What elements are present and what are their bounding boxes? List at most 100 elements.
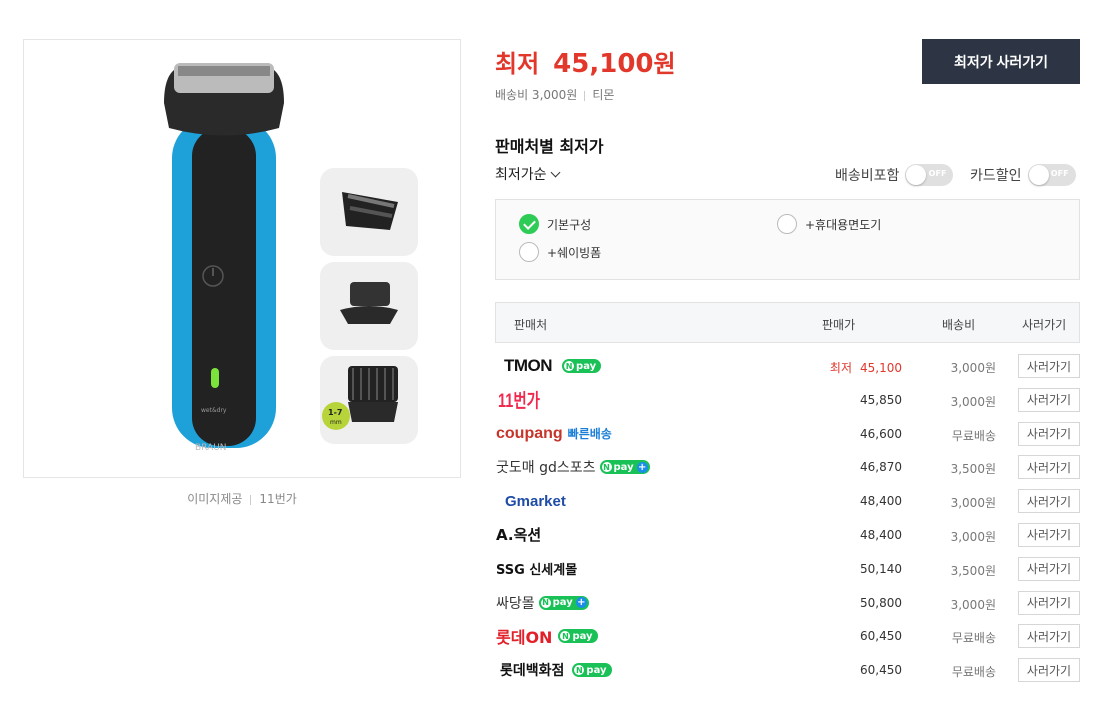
image-provider-label: 이미지제공 xyxy=(187,492,243,506)
lowest-price-seller: 티몬 xyxy=(592,88,615,102)
row-price: 60,450 xyxy=(860,663,902,678)
npay-text: pay xyxy=(552,597,573,609)
seller-logo-auction[interactable]: A.옥션 xyxy=(496,523,541,547)
trimmer-head-thumbnail xyxy=(320,262,418,350)
npay-text: pay xyxy=(613,461,634,473)
seller-name: coupang xyxy=(496,424,563,442)
buy-button[interactable]: 사러가기 xyxy=(1018,624,1080,649)
buy-lowest-button[interactable]: 최저가 사러가기 xyxy=(922,39,1080,84)
row-shipping: 3,000원 xyxy=(950,496,996,511)
n-icon: N xyxy=(560,631,571,642)
buy-button[interactable]: 사러가기 xyxy=(1018,489,1080,514)
seller-table-header: 판매처 판매가 배송비 사러가기 xyxy=(495,302,1080,343)
caption-divider xyxy=(250,494,252,505)
seller-table: TMON Npay 최저 45,100 3,000원 사러가기 11번가 45,8… xyxy=(495,349,1080,687)
seller-ssadang[interactable]: 싸당몰 Npay + xyxy=(496,591,589,615)
table-row: 롯데ON Npay 60,450 무료배송 사러가기 xyxy=(495,619,1080,653)
seller-name: Gmarket xyxy=(505,492,566,510)
row-price: 45,850 xyxy=(860,392,902,407)
row-price: 46,870 xyxy=(860,460,902,475)
header-price: 판매가 xyxy=(822,318,856,332)
lowest-price-shipping: 배송비 3,000원 티몬 xyxy=(495,86,614,103)
row-shipping: 3,500원 xyxy=(950,462,996,477)
header-seller: 판매처 xyxy=(514,318,548,332)
card-discount-toggle-group: 카드할인 OFF xyxy=(970,164,1076,186)
buy-button[interactable]: 사러가기 xyxy=(1018,354,1080,378)
seller-logo-gmarket[interactable]: Gmarket xyxy=(505,489,566,513)
npay-text: pay xyxy=(576,360,597,372)
seller-logo-lotte-dept[interactable]: 롯데백화점 Npay xyxy=(500,658,612,682)
toggle-state: OFF xyxy=(928,169,947,178)
buy-button[interactable]: 사러가기 xyxy=(1018,658,1080,683)
11st-logo-icon: 11번가 xyxy=(498,390,540,411)
npay-badge: Npay xyxy=(562,359,602,373)
buy-button[interactable]: 사러가기 xyxy=(1018,421,1080,446)
seller-name: SSG 신세계몰 xyxy=(496,563,578,579)
toggle-knob xyxy=(1028,165,1049,185)
radio-icon xyxy=(777,214,797,234)
buy-button[interactable]: 사러가기 xyxy=(1018,455,1080,480)
row-shipping: 3,000원 xyxy=(950,361,996,375)
seller-logo-coupang[interactable]: coupang 빠른배송 xyxy=(496,422,612,446)
comb-attachment-thumbnail: 1-7 mm xyxy=(320,356,418,444)
seller-name: 싸당몰 xyxy=(496,595,535,612)
shipping-divider xyxy=(584,90,586,101)
seller-name: 롯데ON xyxy=(496,628,553,648)
n-icon: N xyxy=(540,597,551,608)
image-provider-name: 11번가 xyxy=(259,492,297,506)
table-row: 롯데백화점 Npay 60,450 무료배송 사러가기 xyxy=(495,653,1080,687)
table-row: 11번가 45,850 3,000원 사러가기 xyxy=(495,383,1080,417)
seller-name: 굿도매 gd스포츠 xyxy=(496,460,596,477)
option-portable-shaver[interactable]: +휴대용면도기 xyxy=(777,214,881,234)
row-shipping: 3,500원 xyxy=(950,563,996,578)
row-price: 46,600 xyxy=(860,426,902,441)
buy-button[interactable]: 사러가기 xyxy=(1018,522,1080,547)
shipping-included-toggle[interactable]: OFF xyxy=(905,164,954,186)
buy-button[interactable]: 사러가기 xyxy=(1018,590,1080,615)
radio-icon xyxy=(519,242,539,262)
rocket-delivery-label: 빠른배송 xyxy=(567,427,612,442)
checked-radio-icon xyxy=(519,214,539,234)
row-shipping: 무료배송 xyxy=(951,631,996,646)
table-row: coupang 빠른배송 46,600 무료배송 사러가기 xyxy=(495,417,1080,451)
shipping-included-toggle-group: 배송비포함 OFF xyxy=(835,164,954,186)
option-label: +쉐이빙폼 xyxy=(547,245,602,260)
n-icon: N xyxy=(574,665,585,676)
toggle-state: OFF xyxy=(1050,169,1069,178)
card-discount-toggle[interactable]: OFF xyxy=(1027,164,1076,186)
row-shipping: 무료배송 xyxy=(951,428,996,443)
npay-badge: Npay xyxy=(558,629,598,644)
seller-logo-ssg[interactable]: SSG 신세계몰 xyxy=(496,557,577,581)
table-row: 굿도매 gd스포츠 Npay + 46,870 3,500원 사러가기 xyxy=(495,450,1080,484)
buy-button[interactable]: 사러가기 xyxy=(1018,387,1080,412)
sort-dropdown[interactable]: 최저가순 xyxy=(495,164,560,184)
foil-head-thumbnail xyxy=(320,168,418,256)
npay-text: pay xyxy=(572,630,593,642)
seller-logo-11st[interactable]: 11번가 xyxy=(498,388,542,412)
row-shipping: 무료배송 xyxy=(951,665,996,680)
image-caption: 이미지제공 11번가 xyxy=(23,490,461,507)
table-row: 싸당몰 Npay + 50,800 3,000원 사러가기 xyxy=(495,586,1080,620)
seller-gd-sports[interactable]: 굿도매 gd스포츠 Npay + xyxy=(496,455,650,479)
table-row: Gmarket 48,400 3,000원 사러가기 xyxy=(495,484,1080,518)
seller-name: A.옥션 xyxy=(496,526,542,545)
option-basic[interactable]: 기본구성 xyxy=(519,214,591,234)
option-shaving-foam[interactable]: +쉐이빙폼 xyxy=(519,242,601,262)
n-icon: N xyxy=(601,462,612,473)
chevron-down-icon xyxy=(550,167,560,177)
seller-name: 롯데백화점 xyxy=(500,663,565,680)
row-price: 48,400 xyxy=(860,494,902,509)
row-shipping: 3,000원 xyxy=(950,394,996,409)
n-icon: N xyxy=(564,361,575,371)
shipping-included-label: 배송비포함 xyxy=(835,168,900,184)
npay-badge: Npay xyxy=(572,663,612,678)
buy-button[interactable]: 사러가기 xyxy=(1018,556,1080,581)
seller-logo-lotteon[interactable]: 롯데ON Npay xyxy=(496,624,598,648)
option-box: 기본구성 +휴대용면도기 +쉐이빙폼 xyxy=(495,199,1080,280)
seller-logo-tmon[interactable]: TMON Npay xyxy=(504,354,602,378)
header-buy: 사러가기 xyxy=(1022,318,1067,332)
row-price: 최저 45,100 xyxy=(830,359,902,376)
header-shipping: 배송비 xyxy=(942,318,976,332)
toggle-knob xyxy=(906,165,927,185)
seller-name: 11번가 xyxy=(498,390,540,411)
